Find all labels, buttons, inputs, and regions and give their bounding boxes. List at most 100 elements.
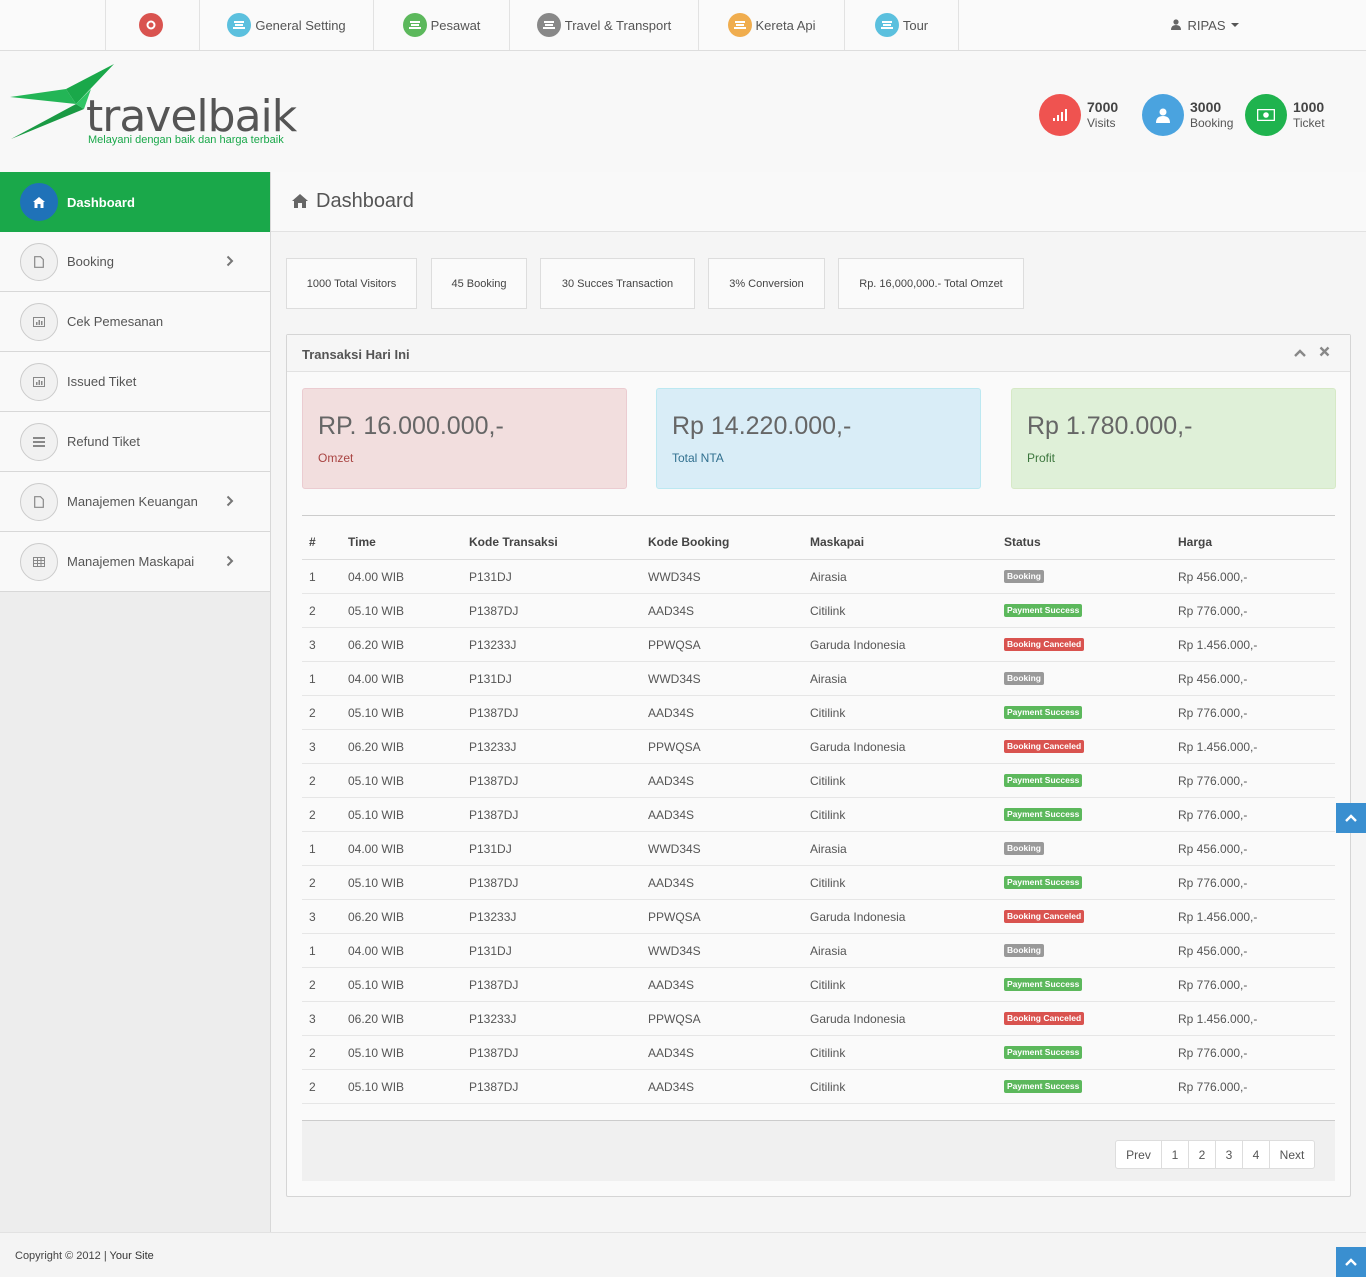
table-cell: 05.10 WIB <box>348 977 405 992</box>
sidebar-item-dashboard[interactable]: Dashboard <box>0 172 270 232</box>
gears-icon <box>138 13 163 37</box>
column-header: Kode Transaksi <box>469 534 558 549</box>
home-icon <box>20 183 58 221</box>
footer-scroll-top-button[interactable] <box>1336 1247 1366 1277</box>
table-cell: Payment Success <box>1004 1036 1083 1069</box>
collapse-icon[interactable] <box>1294 345 1306 361</box>
money-icon <box>1245 94 1287 136</box>
page-2[interactable]: 2 <box>1188 1140 1216 1169</box>
list-icon <box>20 423 58 461</box>
sidebar-item-refund-tiket[interactable]: Refund Tiket <box>0 412 270 472</box>
table-cell: Garuda Indonesia <box>810 1011 906 1026</box>
sidebar-item-manajemen-keuangan[interactable]: Manajemen Keuangan <box>0 472 270 532</box>
table-cell: Payment Success <box>1004 696 1083 729</box>
table-row: 2 05.10 WIB P1387DJ AAD34S Citilink Payment S… <box>302 866 1335 900</box>
nav-item-0[interactable] <box>105 0 200 50</box>
nav-item-2[interactable]: Pesawat <box>374 0 510 50</box>
sidebar-item-label: Manajemen Maskapai <box>67 554 195 569</box>
table-cell: Citilink <box>810 1079 846 1094</box>
transactions-panel: Transaksi Hari Ini RP. 16.000.000,- Omzet… <box>286 334 1351 1197</box>
chevron-right-icon <box>226 254 234 270</box>
table-cell: P1387DJ <box>469 1045 519 1060</box>
stat-number: 1000 <box>1293 99 1325 115</box>
table-cell: 3 <box>309 1011 316 1026</box>
table-cell: Booking Canceled <box>1004 1002 1085 1035</box>
table-cell: Payment Success <box>1004 866 1083 899</box>
status-badge: Booking <box>1004 842 1044 855</box>
summary-pill: Rp. 16,000,000.- Total Omzet <box>838 258 1024 309</box>
table-cell: Garuda Indonesia <box>810 909 906 924</box>
table-cell: 2 <box>309 705 316 720</box>
page-1[interactable]: 1 <box>1161 1140 1189 1169</box>
table-row: 2 05.10 WIB P1387DJ AAD34S Citilink Payment S… <box>302 764 1335 798</box>
sidebar-item-issued-tiket[interactable]: Issued Tiket <box>0 352 270 412</box>
table-cell: WWD34S <box>648 671 701 686</box>
nav-item-1[interactable]: General Setting <box>200 0 374 50</box>
nav-item-3[interactable]: Travel & Transport <box>510 0 699 50</box>
user-menu[interactable]: RIPAS <box>1150 0 1260 50</box>
table-cell: 06.20 WIB <box>348 909 405 924</box>
sidebar-item-label: Issued Tiket <box>67 374 137 389</box>
top-navbar: RIPAS General Setting Pesawat Travel & Tra… <box>0 0 1366 51</box>
column-header: Maskapai <box>810 534 865 549</box>
table-cell: 06.20 WIB <box>348 1011 405 1026</box>
table-cell: P1387DJ <box>469 773 519 788</box>
table-cell: Payment Success <box>1004 764 1083 797</box>
summary-box-total-nta: Rp 14.220.000,- Total NTA <box>656 388 981 489</box>
summary-pill: 3% Conversion <box>708 258 825 309</box>
table-cell: Garuda Indonesia <box>810 637 906 652</box>
table-icon <box>20 543 58 581</box>
sidebar-item-label: Booking <box>67 254 114 269</box>
close-icon[interactable] <box>1319 344 1330 361</box>
nav-item-4[interactable]: Kereta Api <box>699 0 845 50</box>
table-cell: 04.00 WIB <box>348 671 405 686</box>
sidebar-item-manajemen-maskapai[interactable]: Manajemen Maskapai <box>0 532 270 592</box>
box-amount: Rp 14.220.000,- <box>672 412 852 440</box>
table-cell: 2 <box>309 977 316 992</box>
scroll-top-button[interactable] <box>1336 803 1366 833</box>
page-next[interactable]: Next <box>1269 1140 1315 1169</box>
table-cell: PPWQSA <box>648 739 701 754</box>
summary-pill: 1000 Total Visitors <box>286 258 417 309</box>
status-badge: Payment Success <box>1004 604 1083 617</box>
chevron-right-icon <box>226 554 234 570</box>
stat-number: 7000 <box>1087 99 1119 115</box>
ticket-icon <box>536 13 561 37</box>
table-cell: 05.10 WIB <box>348 875 405 890</box>
site-link[interactable]: Your Site <box>110 1250 154 1262</box>
status-badge: Payment Success <box>1004 808 1083 821</box>
signal-icon <box>1039 94 1081 136</box>
table-cell: AAD34S <box>648 705 695 720</box>
page-header: Dashboard <box>271 172 1366 232</box>
user-icon <box>1171 18 1182 33</box>
table-cell: Rp 776.000,- <box>1178 977 1248 992</box>
table-cell: Booking <box>1004 832 1044 865</box>
sidebar-item-cek-pemesanan[interactable]: Cek Pemesanan <box>0 292 270 352</box>
table-cell: Booking Canceled <box>1004 730 1085 763</box>
page-4[interactable]: 4 <box>1242 1140 1270 1169</box>
page-title: Dashboard <box>316 190 414 212</box>
page-3[interactable]: 3 <box>1215 1140 1243 1169</box>
page-prev[interactable]: Prev <box>1115 1140 1162 1169</box>
copyright-text: Copyright © 2012 | <box>15 1250 110 1262</box>
status-badge: Payment Success <box>1004 978 1083 991</box>
table-cell: Rp 1.456.000,- <box>1178 637 1258 652</box>
sidebar-item-booking[interactable]: Booking <box>0 232 270 292</box>
chevron-up-icon <box>1345 1257 1357 1266</box>
table-cell: P131DJ <box>469 943 512 958</box>
table-row: 2 05.10 WIB P1387DJ AAD34S Citilink Payment S… <box>302 1036 1335 1070</box>
file-icon <box>20 483 58 521</box>
table-cell: Rp 1.456.000,- <box>1178 1011 1258 1026</box>
summary-box-omzet: RP. 16.000.000,- Omzet <box>302 388 627 489</box>
table-cell: Payment Success <box>1004 594 1083 627</box>
table-cell: Booking <box>1004 560 1044 593</box>
nav-item-5[interactable]: Tour <box>845 0 959 50</box>
table-cell: 1 <box>309 671 316 686</box>
nav-label: Pesawat <box>430 17 481 33</box>
table-cell: Payment Success <box>1004 1070 1083 1103</box>
table-cell: 06.20 WIB <box>348 637 405 652</box>
table-cell: P1387DJ <box>469 977 519 992</box>
table-cell: 05.10 WIB <box>348 603 405 618</box>
table-cell: 3 <box>309 909 316 924</box>
table-row: 1 04.00 WIB P131DJ WWD34S Airasia Booking Rp 4… <box>302 832 1335 866</box>
